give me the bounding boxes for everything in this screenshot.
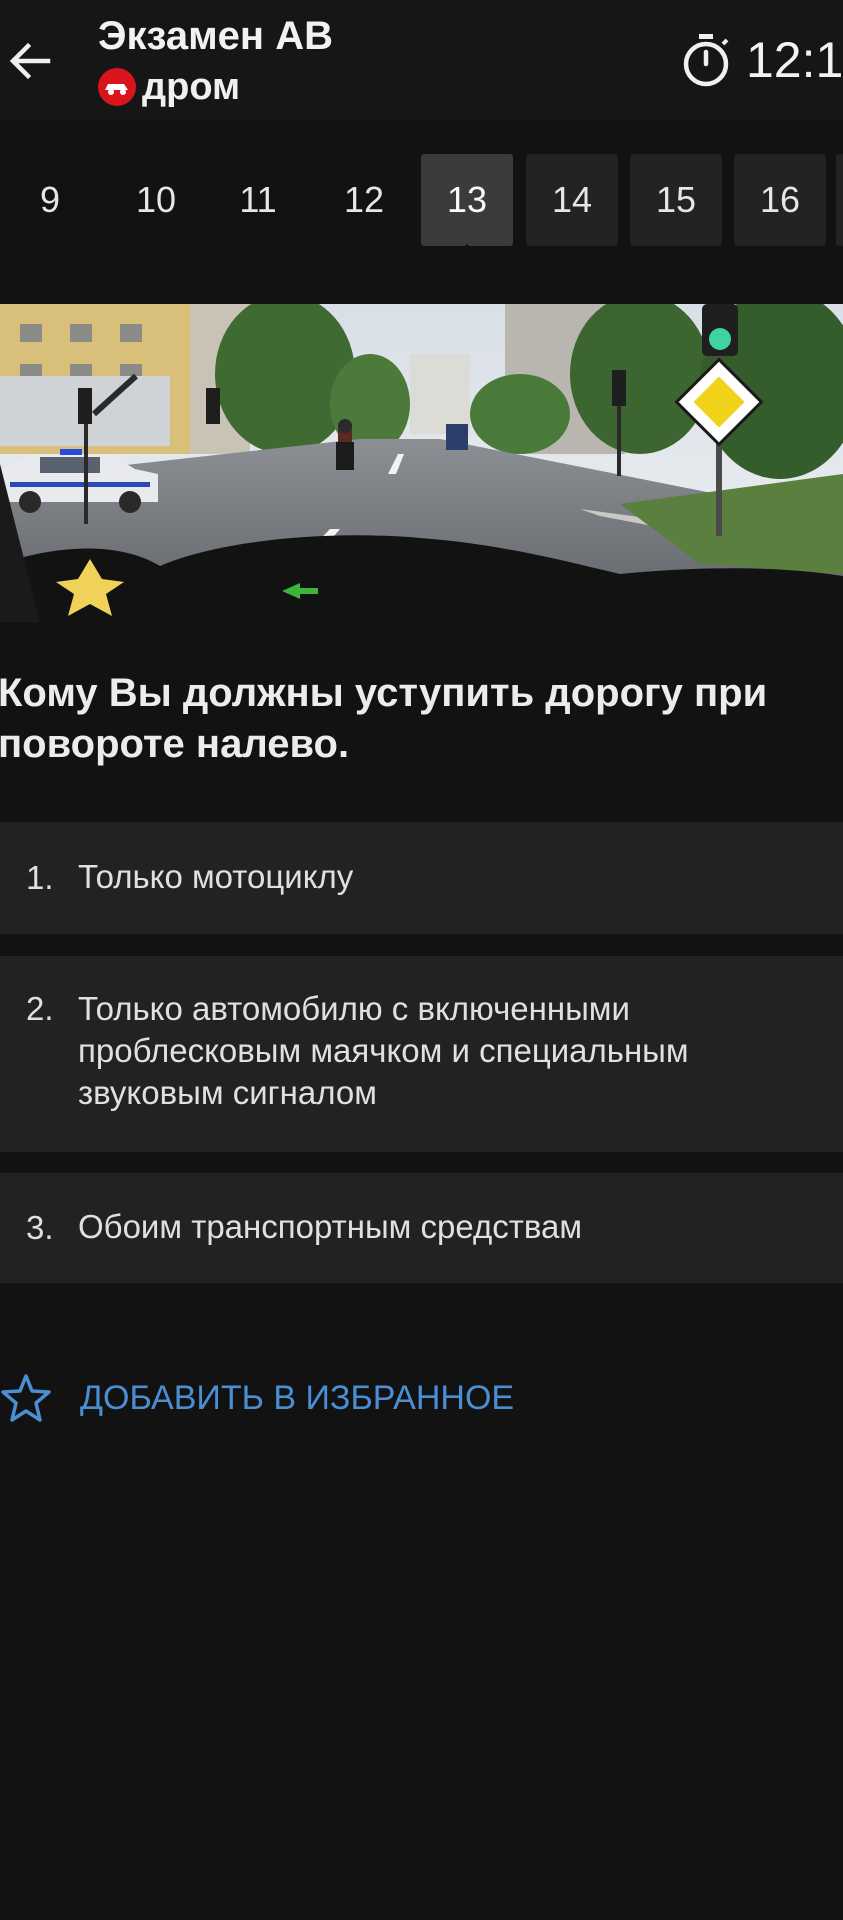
answer-option-2[interactable]: 2. Только автомобилю с включенными пробл…: [0, 956, 843, 1152]
tab-question-next[interactable]: [836, 154, 843, 246]
star-icon: [1, 1374, 51, 1422]
tab-question-16[interactable]: 16: [734, 154, 826, 246]
tab-question-12[interactable]: 12: [318, 154, 410, 246]
tab-question-11[interactable]: 11: [212, 154, 304, 246]
tab-question-14[interactable]: 14: [526, 154, 618, 246]
tab-question-15[interactable]: 15: [630, 154, 722, 246]
question-illustration: [0, 304, 843, 622]
add-to-favorites-button[interactable]: ДОБАВИТЬ В ИЗБРАННОЕ: [0, 1370, 514, 1426]
answer-label: Обоим транспортным средствам: [78, 1208, 583, 1245]
brand-logo: дром: [98, 66, 240, 108]
answer-label: Только автомобилю с включенными проблеск…: [78, 990, 689, 1111]
answer-option-1[interactable]: 1. Только мотоциклу: [0, 822, 843, 934]
car-logo-icon: [98, 68, 136, 106]
answer-option-3[interactable]: 3. Обоим транспортным средствам: [0, 1173, 843, 1283]
question-text: Кому Вы должны уступить дорогу при повор…: [0, 671, 768, 766]
add-to-favorites-label: ДОБАВИТЬ В ИЗБРАННОЕ: [80, 1378, 515, 1417]
active-tab-indicator: [455, 244, 479, 249]
timer-value: 12:1: [746, 32, 843, 88]
app-bar: Экзамен АВ дром 12:1: [0, 0, 843, 120]
answer-number: 1.: [26, 859, 54, 896]
question-tabs: 9 10 11 12 13 14 15 16: [0, 154, 843, 249]
stopwatch-icon: [683, 34, 729, 87]
tab-question-13[interactable]: 13: [421, 154, 513, 249]
brand-name: дром: [142, 65, 241, 108]
answer-label: Только мотоциклу: [78, 858, 354, 895]
tab-question-10[interactable]: 10: [110, 154, 202, 246]
answer-number: 3.: [26, 1209, 54, 1246]
page-title: Экзамен АВ: [98, 14, 333, 58]
exam-timer: 12:1: [680, 30, 843, 90]
tab-question-9[interactable]: 9: [4, 154, 96, 246]
answer-number: 2.: [26, 990, 54, 1027]
back-arrow-icon[interactable]: [6, 36, 56, 86]
